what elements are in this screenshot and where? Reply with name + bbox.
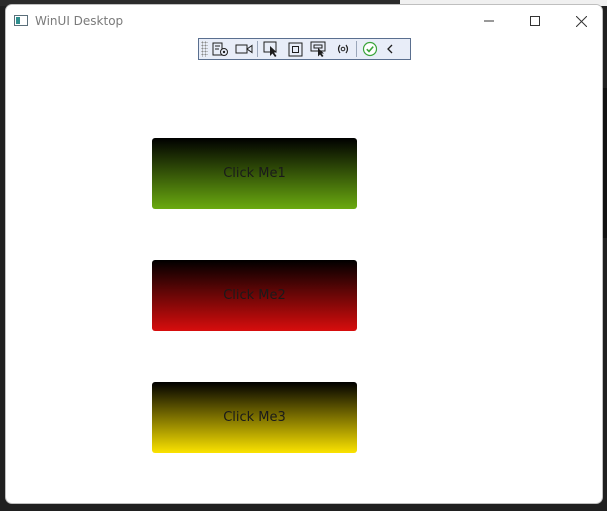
click-me2-button[interactable]: Click Me2 [152, 260, 357, 331]
window-title: WinUI Desktop [35, 14, 124, 28]
live-visual-tree-button[interactable] [208, 39, 232, 59]
xaml-debug-toolbar [198, 38, 411, 60]
button-label: Click Me1 [223, 166, 286, 181]
button-label: Click Me3 [223, 410, 286, 425]
collapse-toolbar-button[interactable] [382, 39, 398, 59]
close-button[interactable] [558, 5, 602, 37]
status-ok-icon [362, 41, 378, 57]
click-me3-button[interactable]: Click Me3 [152, 382, 357, 453]
hot-reload-icon [337, 44, 349, 54]
select-element-button[interactable] [259, 39, 283, 59]
maximize-icon [530, 16, 540, 26]
select-element-icon [263, 41, 277, 57]
live-visual-tree-icon [212, 42, 228, 56]
minimize-icon [484, 20, 494, 22]
toolbar-grip[interactable] [201, 41, 208, 57]
app-icon [14, 15, 28, 26]
hot-reload-button[interactable] [331, 39, 355, 59]
app-window: WinUI Desktop Click Me1 Click Me2 Click … [5, 4, 603, 504]
title-bar[interactable]: WinUI Desktop [6, 5, 602, 37]
track-focused-element-icon [310, 41, 326, 57]
status-ok-button[interactable] [358, 39, 382, 59]
track-focused-element-button[interactable] [307, 39, 331, 59]
record-button[interactable] [232, 39, 256, 59]
toolbar-separator [257, 41, 258, 57]
collapse-chevron-icon [387, 44, 393, 54]
click-me1-button[interactable]: Click Me1 [152, 138, 357, 209]
display-layout-adorners-button[interactable] [283, 39, 307, 59]
toolbar-separator [356, 41, 357, 57]
button-label: Click Me2 [223, 288, 286, 303]
background-window-edge [603, 88, 607, 238]
record-icon [235, 44, 253, 54]
display-layout-adorners-icon [288, 42, 302, 56]
close-icon [575, 15, 587, 27]
maximize-button[interactable] [512, 5, 558, 37]
minimize-button[interactable] [466, 5, 512, 37]
